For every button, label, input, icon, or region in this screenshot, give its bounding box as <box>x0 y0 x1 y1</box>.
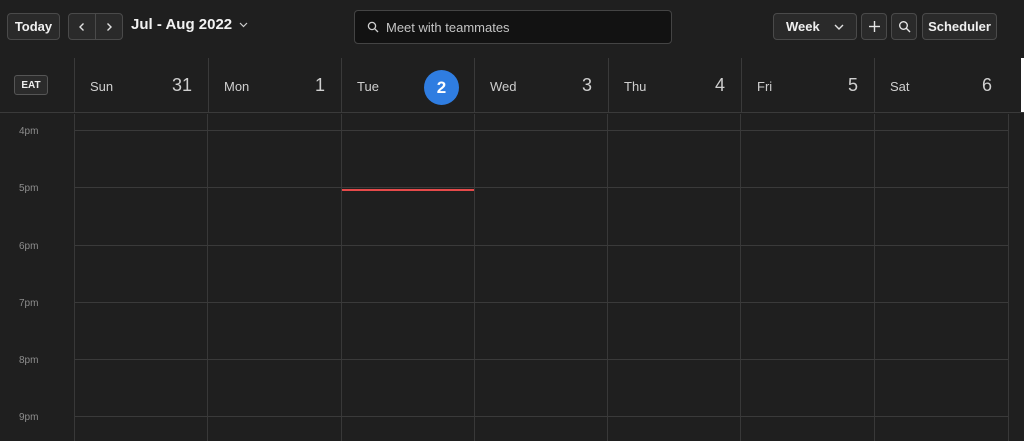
hour-line <box>75 245 1008 246</box>
day-number: 3 <box>581 75 592 95</box>
search-icon <box>898 21 910 33</box>
hour-label: 8pm <box>19 355 39 366</box>
search-box[interactable] <box>354 10 672 44</box>
day-column-divider <box>207 114 208 441</box>
day-column-divider <box>874 114 875 441</box>
week-grid[interactable]: 4pm 5pm 6pm 7pm 8pm 9pm <box>0 114 1024 441</box>
hour-line <box>75 187 1008 188</box>
day-name: Fri <box>757 79 773 94</box>
hour-label: 7pm <box>19 298 39 309</box>
toolbar: Today Jul - Aug 2022 Week <box>0 0 1024 56</box>
chevron-right-icon <box>107 22 112 31</box>
day-name: Tue <box>357 79 379 94</box>
hour-line <box>75 130 1008 131</box>
day-header-fri[interactable]: Fri 5 <box>741 58 874 112</box>
current-time-indicator <box>342 189 474 191</box>
day-name: Thu <box>624 79 647 94</box>
scheduler-button[interactable]: Scheduler <box>922 13 997 40</box>
search-input[interactable] <box>386 19 656 35</box>
day-column-divider <box>1008 114 1009 441</box>
day-header-mon[interactable]: Mon 1 <box>208 58 341 112</box>
chevron-down-icon <box>834 24 844 30</box>
plus-icon <box>868 21 880 32</box>
day-name: Wed <box>490 79 517 94</box>
day-header-sun[interactable]: Sun 31 <box>74 58 208 112</box>
search-icon <box>367 21 379 33</box>
hour-label: 6pm <box>19 241 39 252</box>
add-event-button[interactable] <box>861 13 887 40</box>
today-button[interactable]: Today <box>7 13 60 40</box>
day-number: 1 <box>314 75 325 95</box>
day-column-divider <box>740 114 741 441</box>
date-navigation <box>68 13 123 40</box>
hour-line <box>75 359 1008 360</box>
day-header-wed[interactable]: Wed 3 <box>474 58 608 112</box>
week-header: EAT Sun 31 Mon 1 Tue 2 Wed 3 Thu 4 Fri 5… <box>0 58 1024 113</box>
view-label: Week <box>786 19 820 34</box>
hour-line <box>75 416 1008 417</box>
chevron-left-icon <box>79 22 84 31</box>
day-name: Mon <box>224 79 250 94</box>
day-name: Sun <box>90 79 114 94</box>
search-button[interactable] <box>891 13 917 40</box>
day-column-divider <box>607 114 608 441</box>
day-name: Sat <box>890 79 910 94</box>
day-header-thu[interactable]: Thu 4 <box>608 58 741 112</box>
day-number: 31 <box>171 75 192 95</box>
next-period-button[interactable] <box>96 14 122 39</box>
day-number: 4 <box>714 75 725 95</box>
chevron-down-icon <box>239 22 248 27</box>
day-number: 5 <box>847 75 858 95</box>
hour-line <box>75 302 1008 303</box>
hour-label: 9pm <box>19 412 39 423</box>
hour-label: 5pm <box>19 183 39 194</box>
hour-label: 4pm <box>19 126 39 137</box>
timezone-badge[interactable]: EAT <box>14 75 48 95</box>
today-date-badge: 2 <box>424 70 459 105</box>
previous-period-button[interactable] <box>69 14 96 39</box>
day-column-divider <box>341 114 342 441</box>
period-label: Jul - Aug 2022 <box>131 16 233 33</box>
day-header-sat[interactable]: Sat 6 <box>874 58 1008 112</box>
day-column-divider <box>74 114 75 441</box>
view-selector[interactable]: Week <box>773 13 857 40</box>
day-column-divider <box>474 114 475 441</box>
day-header-tue[interactable]: Tue 2 <box>341 58 474 112</box>
day-number: 6 <box>981 75 992 95</box>
period-picker[interactable]: Jul - Aug 2022 <box>131 16 248 33</box>
